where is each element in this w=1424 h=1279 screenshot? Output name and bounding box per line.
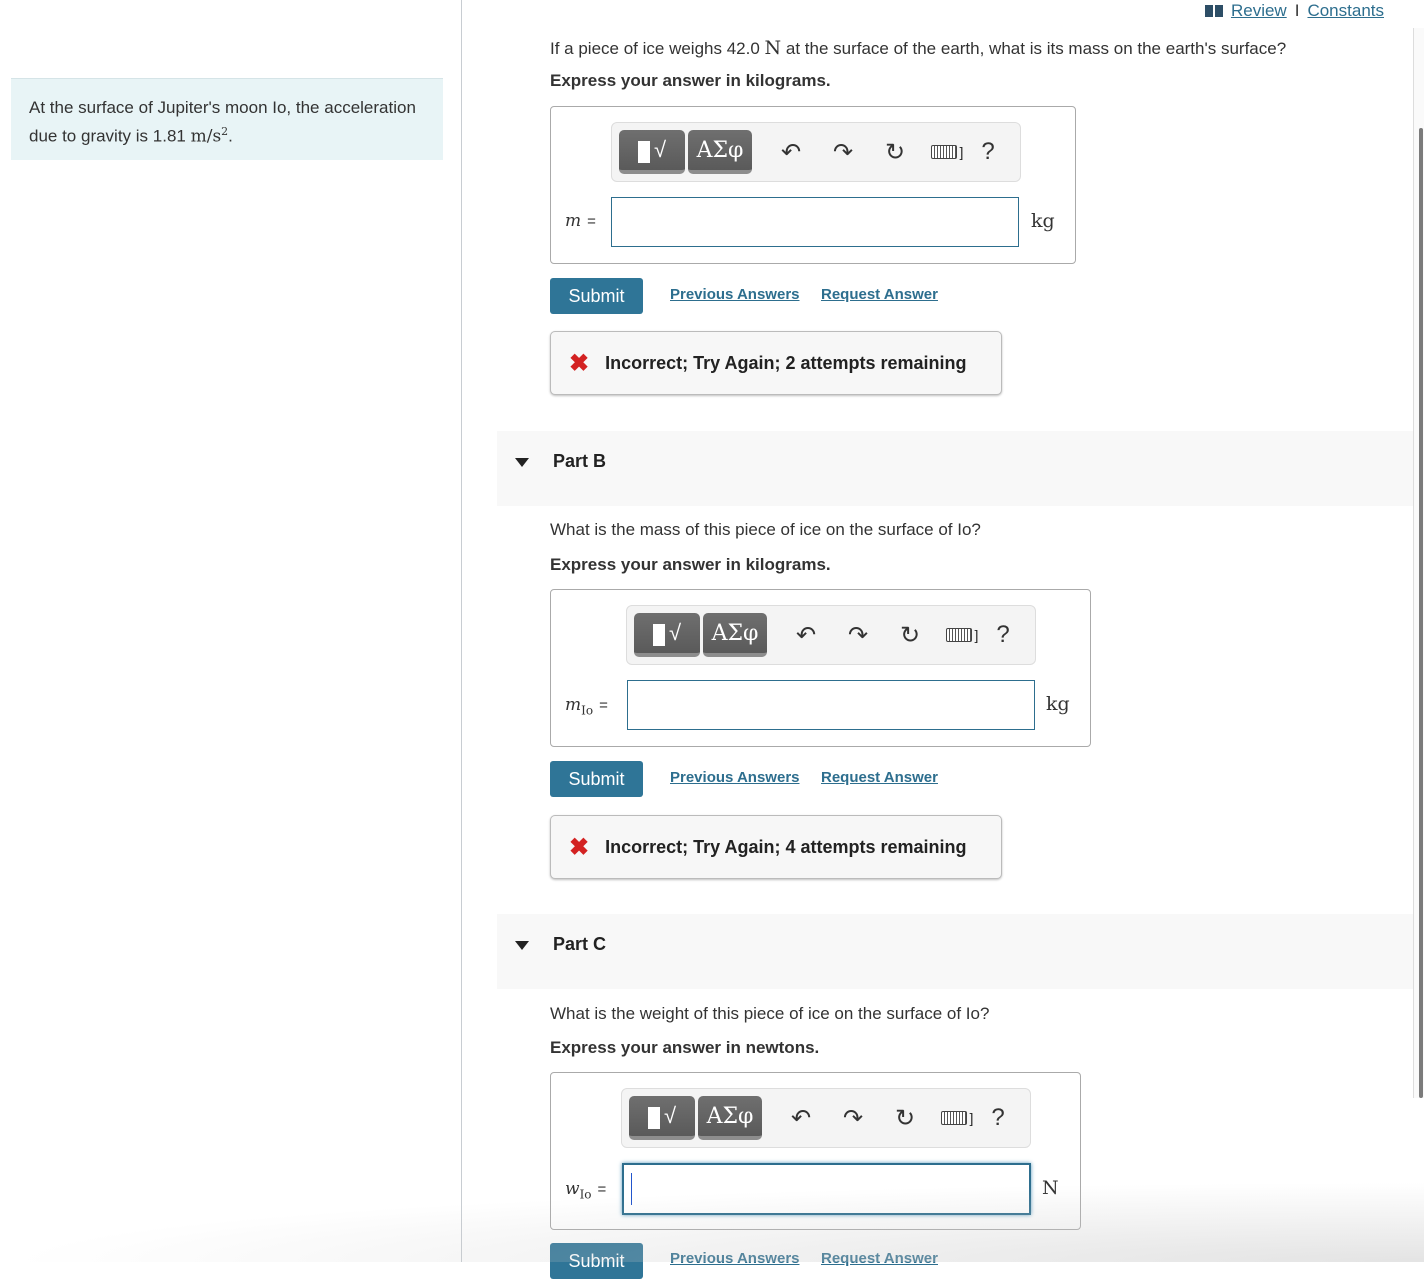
unit-label: kg: [1031, 210, 1055, 232]
part-a-submit-button[interactable]: Submit: [550, 278, 643, 314]
radical-icon: √: [668, 620, 682, 645]
unit-label: N: [1042, 1177, 1059, 1199]
collapse-triangle-icon[interactable]: [515, 458, 529, 467]
redo-icon[interactable]: ↷: [832, 621, 884, 650]
book-icon: [1204, 5, 1223, 17]
part-c-answer-box: √ ΑΣφ ↶ ↷ ↻ ] ? wIo = N: [550, 1072, 1081, 1230]
keyboard-shortcuts-button[interactable]: ]: [936, 627, 988, 643]
part-b-previous-answers-link[interactable]: Previous Answers: [670, 769, 800, 786]
var-name: w: [565, 1179, 580, 1199]
math-toolbar: √ ΑΣφ ↶ ↷ ↻ ] ?: [621, 1088, 1031, 1148]
scrollbar-thumb[interactable]: [1419, 128, 1423, 1098]
variable-label: m =: [565, 211, 596, 231]
part-c-header[interactable]: Part C: [497, 914, 1413, 989]
keyboard-icon: [930, 145, 957, 159]
math-toolbar: √ ΑΣφ ↶ ↷ ↻ ] ?: [626, 605, 1036, 665]
part-c-title: Part C: [553, 934, 607, 954]
reset-icon[interactable]: ↻: [879, 1104, 931, 1133]
equals-sign: =: [587, 213, 596, 230]
greek-symbols-button[interactable]: ΑΣφ: [703, 613, 767, 657]
intro-period: .: [228, 126, 233, 146]
greek-symbols-button[interactable]: ΑΣφ: [688, 130, 752, 174]
top-nav: Review I Constants: [1204, 0, 1384, 22]
keyboard-shortcuts-button[interactable]: ]: [931, 1110, 983, 1126]
greek-symbols-button[interactable]: ΑΣφ: [698, 1096, 762, 1140]
bracket-glyph: ]: [969, 1110, 974, 1126]
undo-icon[interactable]: ↶: [775, 1104, 827, 1133]
part-a-instruction: Express your answer in kilograms.: [550, 71, 831, 90]
part-b-submit-button[interactable]: Submit: [550, 761, 643, 797]
keyboard-shortcuts-button[interactable]: ]: [921, 144, 973, 160]
bracket-glyph: ]: [959, 144, 964, 160]
feedback-text: Incorrect; Try Again; 4 attempts remaini…: [605, 836, 967, 857]
intro-text: At the surface of Jupiter's moon Io, the…: [29, 98, 416, 146]
equals-sign: =: [599, 697, 608, 714]
part-a-previous-answers-link[interactable]: Previous Answers: [670, 286, 800, 303]
part-b-title: Part B: [553, 451, 607, 471]
radical-icon: √: [653, 137, 667, 162]
radical-icon: √: [663, 1103, 677, 1128]
equals-sign: =: [597, 1181, 607, 1198]
keyboard-icon: [945, 628, 972, 642]
part-c-submit-button[interactable]: Submit: [550, 1243, 643, 1279]
unit-label: kg: [1046, 693, 1070, 715]
reset-icon[interactable]: ↻: [884, 621, 936, 650]
bracket-glyph: ]: [974, 627, 979, 643]
part-a-answer-box: √ ΑΣφ ↶ ↷ ↻ ] ? m = kg: [550, 106, 1076, 264]
part-a-answer-input[interactable]: [611, 197, 1019, 247]
templates-button[interactable]: √: [629, 1096, 695, 1140]
incorrect-x-icon: ✖: [569, 833, 590, 861]
question-unit: N: [764, 37, 782, 59]
part-c-answer-input[interactable]: [622, 1163, 1031, 1215]
undo-icon[interactable]: ↶: [780, 621, 832, 650]
templates-button[interactable]: √: [634, 613, 700, 657]
undo-icon[interactable]: ↶: [765, 138, 817, 167]
part-c-question: What is the weight of this piece of ice …: [550, 1004, 990, 1023]
part-c-request-answer-link[interactable]: Request Answer: [821, 1250, 938, 1267]
var-name: m: [565, 211, 582, 231]
part-c-instruction: Express your answer in newtons.: [550, 1038, 820, 1057]
var-subscript: Io: [581, 703, 594, 718]
part-a-question: If a piece of ice weighs 42.0 N at the s…: [550, 37, 1286, 59]
var-subscript: Io: [579, 1187, 592, 1202]
question-text: at the surface of the earth, what is its…: [781, 39, 1287, 58]
reset-icon[interactable]: ↻: [869, 138, 921, 167]
part-b-question: What is the mass of this piece of ice on…: [550, 520, 981, 539]
constants-link[interactable]: Constants: [1307, 1, 1384, 21]
review-link[interactable]: Review: [1231, 1, 1287, 21]
text-caret: [631, 1173, 632, 1205]
math-toolbar: √ ΑΣφ ↶ ↷ ↻ ] ?: [611, 122, 1021, 182]
help-icon[interactable]: ?: [988, 621, 1018, 649]
part-b-request-answer-link[interactable]: Request Answer: [821, 769, 938, 786]
intro-unit: m/s: [190, 126, 222, 147]
left-pane: At the surface of Jupiter's moon Io, the…: [0, 0, 462, 1262]
question-text: If a piece of ice weighs 42.0: [550, 39, 765, 58]
part-a-request-answer-link[interactable]: Request Answer: [821, 286, 938, 303]
collapse-triangle-icon[interactable]: [515, 941, 529, 950]
nav-separator: I: [1294, 1, 1300, 20]
variable-label: mIo =: [565, 695, 608, 717]
help-icon[interactable]: ?: [973, 138, 1003, 166]
incorrect-x-icon: ✖: [569, 349, 590, 377]
help-icon[interactable]: ?: [983, 1104, 1013, 1132]
part-b-header[interactable]: Part B: [497, 431, 1413, 506]
problem-intro: At the surface of Jupiter's moon Io, the…: [11, 78, 443, 160]
part-b-instruction: Express your answer in kilograms.: [550, 555, 831, 574]
var-name: m: [565, 695, 582, 715]
scrollbar[interactable]: [1413, 28, 1424, 1098]
part-b-answer-input[interactable]: [627, 680, 1035, 730]
redo-icon[interactable]: ↷: [827, 1104, 879, 1133]
keyboard-icon: [940, 1111, 967, 1125]
feedback-text: Incorrect; Try Again; 2 attempts remaini…: [605, 352, 967, 373]
templates-button[interactable]: √: [619, 130, 685, 174]
variable-label: wIo =: [565, 1179, 606, 1201]
part-a-feedback: ✖ Incorrect; Try Again; 2 attempts remai…: [550, 331, 1002, 395]
part-b-feedback: ✖ Incorrect; Try Again; 4 attempts remai…: [550, 815, 1002, 879]
part-b-answer-box: √ ΑΣφ ↶ ↷ ↻ ] ? mIo = kg: [550, 589, 1091, 747]
part-c-previous-answers-link[interactable]: Previous Answers: [670, 1250, 800, 1267]
redo-icon[interactable]: ↷: [817, 138, 869, 167]
